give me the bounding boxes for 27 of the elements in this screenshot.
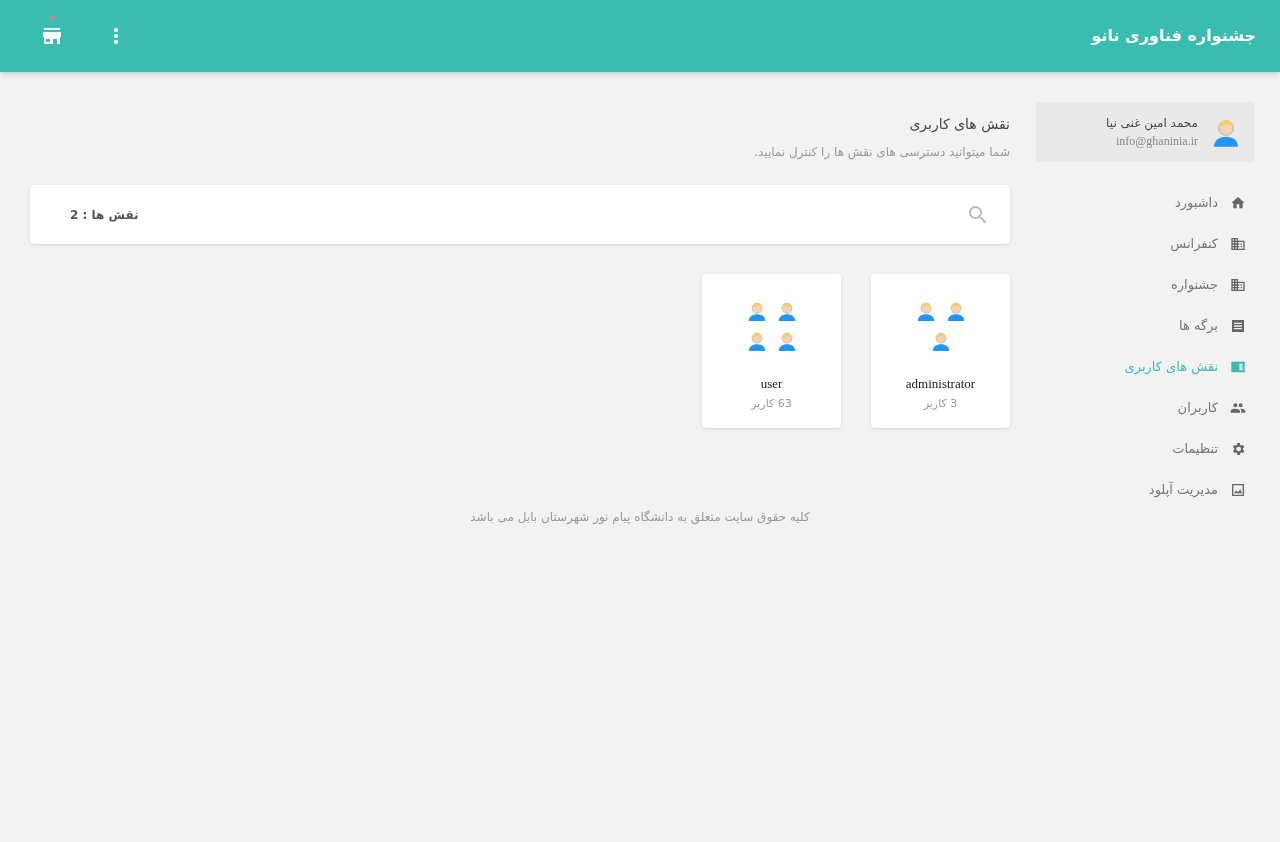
store-icon: [42, 27, 62, 45]
sidebar-item[interactable]: داشبورد: [1036, 182, 1254, 223]
page-subtitle: شما میتوانید دسترسی های نقش ها را کنترل نمایید.: [753, 144, 1010, 161]
list-icon: [1230, 317, 1246, 334]
settings-icon: [1230, 440, 1246, 457]
sidebar-item[interactable]: مدیریت آپلود: [1036, 469, 1254, 510]
profile-name: محمد امین غنی نیا: [1106, 115, 1198, 132]
image-icon: [1230, 481, 1246, 498]
role-user-count: 63 کاربر: [751, 395, 792, 412]
home-icon: [1230, 194, 1246, 211]
more-icon: [113, 27, 119, 45]
role-name: administrator: [905, 375, 976, 393]
sidebar-item[interactable]: تنظیمات: [1036, 428, 1254, 469]
building-icon: [1230, 276, 1246, 293]
page-title: نقش های کاربری: [908, 115, 1010, 135]
footer-text: کلیه حقوق سایت متعلق به دانشگاه پیام نور شهرستان بابل می باشد: [469, 509, 811, 526]
sidebar-item[interactable]: نقش های کاربری: [1036, 346, 1254, 387]
building-icon: [1230, 235, 1246, 252]
profile-email: info@ghaninia.ir: [1114, 133, 1198, 150]
roles-count: نقش ها : 2: [70, 206, 139, 224]
role-user-count: 3 کاربر: [923, 395, 958, 412]
sidebar-item[interactable]: جشنواره: [1036, 264, 1254, 305]
app-title: جشنواره فناوری نانو: [1091, 25, 1256, 47]
sidebar-item[interactable]: کاربران: [1036, 387, 1254, 428]
sidebar-item[interactable]: برگه ها: [1036, 305, 1254, 346]
sidebar-item[interactable]: کنفرانس: [1036, 223, 1254, 264]
role-name: user: [760, 375, 783, 393]
